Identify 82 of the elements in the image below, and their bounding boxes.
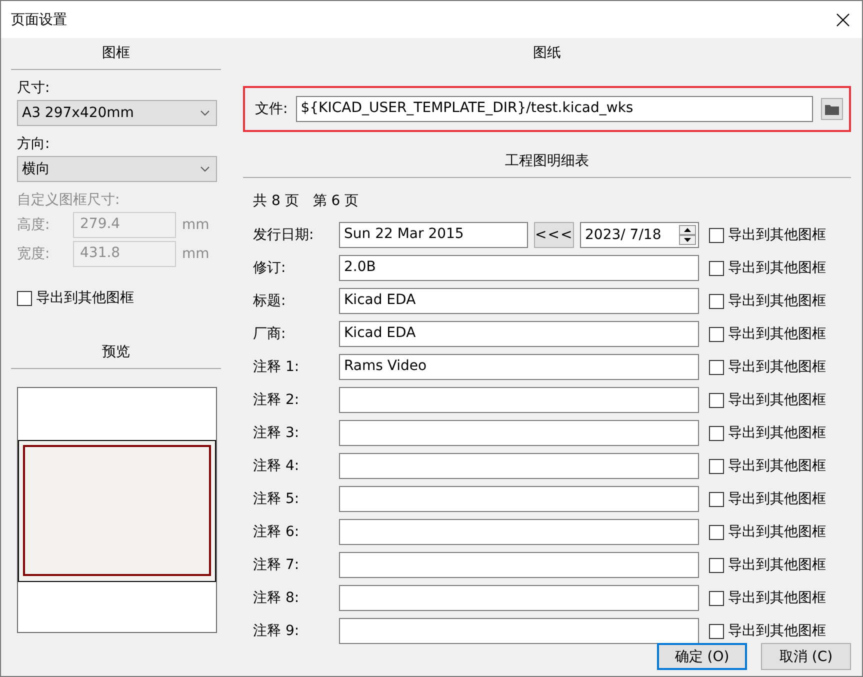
file-path-field[interactable]: ${KICAD_USER_TEMPLATE_DIR}/test.kicad_wks [296,96,813,122]
input-field[interactable]: Kicad EDA [339,321,699,347]
input-field[interactable] [339,387,699,413]
checkbox-label: 导出到其他图框 [728,589,826,607]
checkbox-label: 导出到其他图框 [728,490,826,508]
field-label: 注释 1: [252,358,300,376]
window-title: 页面设置 [11,10,67,28]
chevron-down-icon [200,166,210,172]
field-label: 修订: [252,259,287,277]
input-field[interactable] [339,453,699,479]
checkbox-label: 导出到其他图框 [728,325,826,343]
date-picker[interactable]: 2023/ 7/18 [580,222,699,248]
checkbox[interactable] [709,360,724,374]
unit-label: mm [182,217,210,233]
checkbox[interactable] [709,458,724,474]
field-label: 文件: [255,100,288,118]
checkbox[interactable] [709,558,724,572]
input-field[interactable] [339,585,699,611]
field-label: 注释 2: [252,391,300,409]
chevron-down-icon [200,110,210,116]
input-field[interactable] [339,552,699,578]
checkbox[interactable] [17,290,32,306]
field-label: 注释 3: [252,424,300,442]
input-field[interactable] [339,486,699,512]
group-label: 自定义图框尺寸: [17,191,121,209]
page-number: 第 6 页 [312,192,359,210]
size-dropdown[interactable]: A3 297x420mm [17,100,217,126]
spin-arrows-icon[interactable] [679,225,696,245]
section-heading: 工程图明细表 [243,146,851,178]
orientation-dropdown[interactable]: 横向 [17,156,217,182]
input-field[interactable] [339,420,699,446]
field-label: 方向: [17,135,51,153]
checkbox-label: 导出到其他图框 [36,289,134,307]
unit-label: mm [182,246,210,262]
section-heading: 图纸 [532,44,562,63]
field-label: 厂商: [252,325,287,343]
page-count: 共 8 页 [253,192,299,210]
checkbox-label: 导出到其他图框 [728,358,826,376]
date-field[interactable]: Sun 22 Mar 2015 [339,222,528,248]
checkbox[interactable] [709,524,724,540]
field-label: 注释 5: [252,490,300,508]
checkbox[interactable] [709,392,724,408]
field-label: 宽度: [17,245,51,263]
dialog-button[interactable]: 取消 (C) [761,643,851,670]
checkbox-label: 导出到其他图框 [728,457,826,475]
checkbox-label: 导出到其他图框 [728,424,826,442]
close-icon[interactable] [836,12,850,26]
field-label: 高度: [17,216,51,234]
field-label: 注释 4: [252,457,300,475]
checkbox[interactable] [709,492,724,506]
checkbox[interactable] [709,624,724,638]
checkbox[interactable] [709,228,724,242]
checkbox-label: 导出到其他图框 [728,292,826,310]
input-field[interactable]: 2.0B [339,255,699,281]
field-label: 注释 9: [252,622,300,640]
input-field[interactable] [339,618,699,644]
folder-icon [825,104,839,114]
checkbox-label: 导出到其他图框 [728,391,826,409]
field-label: 发行日期: [252,226,315,244]
field-label: 尺寸: [17,79,51,97]
copy-date-button[interactable]: <<< [534,222,574,248]
input-field[interactable]: Kicad EDA [339,288,699,314]
checkbox[interactable] [709,326,724,342]
checkbox-label: 导出到其他图框 [728,622,826,640]
field-label: 注释 8: [252,589,300,607]
field-label: 注释 7: [252,556,300,574]
field-label: 注释 6: [252,523,300,541]
input-field[interactable]: Rams Video [339,354,699,380]
checkbox[interactable] [709,260,724,276]
section-heading: 图框 [11,38,221,70]
checkbox-label: 导出到其他图框 [728,523,826,541]
checkbox[interactable] [709,590,724,606]
checkbox-label: 导出到其他图框 [728,556,826,574]
dialog-button[interactable]: 确定 (O) [657,643,747,670]
input-field[interactable] [339,519,699,545]
section-heading: 预览 [11,337,221,369]
checkbox[interactable] [709,294,724,308]
checkbox-label: 导出到其他图框 [728,226,826,244]
field-label: 标题: [252,292,287,310]
checkbox-label: 导出到其他图框 [728,259,826,277]
browse-button[interactable] [821,98,843,120]
checkbox[interactable] [709,426,724,440]
